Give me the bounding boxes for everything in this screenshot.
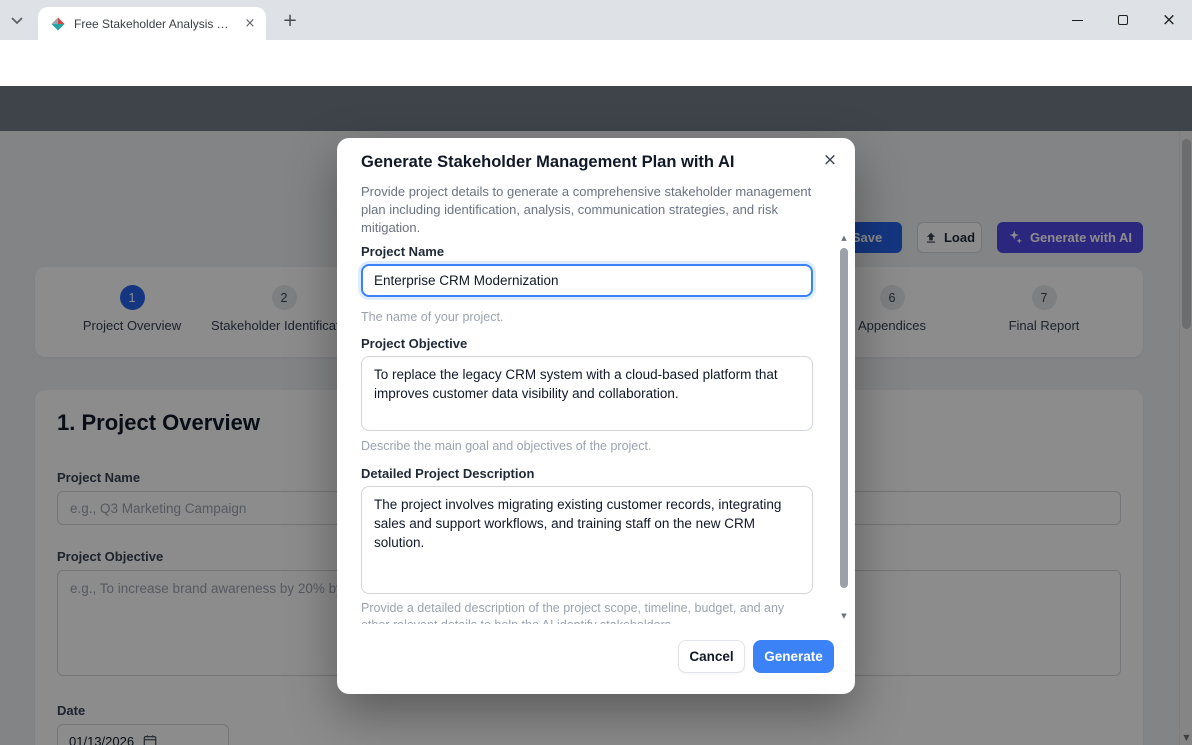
modal-project-name-help: The name of your project. xyxy=(361,309,503,326)
dialog-scroll-area: Project Name The name of your project. P… xyxy=(337,230,855,624)
modal-detailed-description-textarea[interactable]: The project involves migrating existing … xyxy=(361,486,813,594)
browser-window: Free Stakeholder Analysis Tool × + × xyxy=(0,0,1192,745)
window-controls: × xyxy=(1054,0,1192,40)
window-close-button[interactable]: × xyxy=(1146,0,1192,40)
window-minimize-button[interactable] xyxy=(1054,0,1100,40)
cancel-button[interactable]: Cancel xyxy=(678,640,745,673)
modal-detailed-description-help: Provide a detailed description of the pr… xyxy=(361,600,813,624)
browser-tab[interactable]: Free Stakeholder Analysis Tool × xyxy=(38,7,266,40)
dialog-title: Generate Stakeholder Management Plan wit… xyxy=(361,153,734,172)
tab-search-chevron-icon[interactable] xyxy=(7,11,27,31)
generate-plan-dialog: Generate Stakeholder Management Plan wit… xyxy=(337,138,855,694)
dialog-scrollbar[interactable]: ▲ ▼ xyxy=(839,230,849,624)
dialog-close-icon[interactable]: × xyxy=(820,150,840,170)
dialog-scrollbar-thumb[interactable] xyxy=(840,248,848,588)
modal-project-objective-textarea[interactable]: To replace the legacy CRM system with a … xyxy=(361,356,813,431)
scroll-down-arrow-icon[interactable]: ▼ xyxy=(839,612,849,620)
tab-close-icon[interactable]: × xyxy=(242,16,258,32)
app-header: Stakeholder Management Tool Powered by V… xyxy=(0,86,1192,131)
modal-detailed-description-label: Detailed Project Description xyxy=(361,466,534,481)
tab-title: Free Stakeholder Analysis Tool xyxy=(74,17,234,31)
browser-navbar: ai-toolbox.visual-paradigm.com/app/stake… xyxy=(0,40,1192,86)
generate-button[interactable]: Generate xyxy=(753,640,834,673)
tab-strip: Free Stakeholder Analysis Tool × + × xyxy=(0,0,1192,40)
new-tab-button[interactable]: + xyxy=(278,8,302,32)
scroll-up-arrow-icon[interactable]: ▲ xyxy=(839,234,849,242)
modal-project-objective-label: Project Objective xyxy=(361,336,467,351)
tab-favicon-icon xyxy=(50,16,66,32)
window-maximize-button[interactable] xyxy=(1100,0,1146,40)
modal-project-objective-help: Describe the main goal and objectives of… xyxy=(361,438,651,455)
dialog-subtitle: Provide project details to generate a co… xyxy=(361,183,825,237)
modal-project-name-input[interactable] xyxy=(361,264,813,297)
modal-project-name-label: Project Name xyxy=(361,244,444,259)
